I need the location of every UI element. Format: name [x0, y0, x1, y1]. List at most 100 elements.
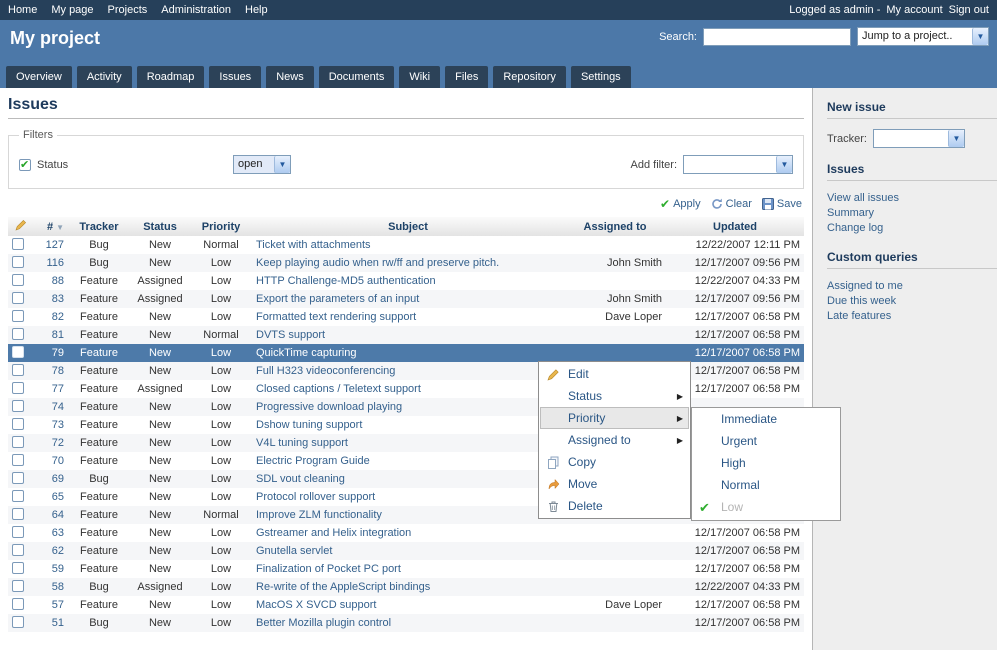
jump-to-project-select[interactable]: Jump to a project.. ▼ — [857, 27, 989, 46]
issue-id-link[interactable]: 72 — [52, 437, 64, 449]
priority-option-high[interactable]: High — [693, 453, 839, 475]
row-checkbox[interactable] — [12, 274, 24, 286]
row-checkbox[interactable] — [12, 256, 24, 268]
issue-subject-link[interactable]: MacOS X SVCD support — [256, 599, 376, 611]
row-checkbox[interactable] — [12, 454, 24, 466]
issue-subject-link[interactable]: Gstreamer and Helix integration — [256, 527, 411, 539]
tab-settings[interactable]: Settings — [571, 66, 631, 88]
issue-row-63[interactable]: 63FeatureNewLowGstreamer and Helix integ… — [8, 524, 804, 542]
priority-option-immediate[interactable]: Immediate — [693, 409, 839, 431]
issue-id-link[interactable]: 70 — [52, 455, 64, 467]
issue-id-link[interactable]: 73 — [52, 419, 64, 431]
topmenu-help[interactable]: Help — [245, 4, 268, 16]
tab-activity[interactable]: Activity — [77, 66, 132, 88]
sidebar-link-change-log[interactable]: Change log — [827, 221, 997, 236]
context-menu-status[interactable]: Status ▶ — [540, 385, 689, 407]
sidebar-link-summary[interactable]: Summary — [827, 206, 997, 221]
column-header-tracker[interactable]: Tracker — [68, 217, 130, 236]
priority-option-low[interactable]: ✔ Low — [693, 497, 839, 519]
status-filter-checkbox[interactable] — [19, 159, 31, 171]
priority-option-normal[interactable]: Normal — [693, 475, 839, 497]
issue-subject-link[interactable]: Improve ZLM functionality — [256, 509, 382, 521]
issue-id-link[interactable]: 58 — [52, 581, 64, 593]
issue-id-link[interactable]: 116 — [46, 257, 64, 269]
issue-subject-link[interactable]: Re-write of the AppleScript bindings — [256, 581, 430, 593]
issue-id-link[interactable]: 62 — [52, 545, 64, 557]
topmenu-administration[interactable]: Administration — [161, 4, 231, 16]
topmenu-home[interactable]: Home — [8, 4, 37, 16]
issue-subject-link[interactable]: Better Mozilla plugin control — [256, 617, 391, 629]
sign-out-link[interactable]: Sign out — [949, 4, 989, 16]
issue-id-link[interactable]: 88 — [52, 275, 64, 287]
issue-row-88[interactable]: 88FeatureAssignedLowHTTP Challenge-MD5 a… — [8, 272, 804, 290]
row-checkbox[interactable] — [12, 508, 24, 520]
topmenu-projects[interactable]: Projects — [108, 4, 148, 16]
context-menu-priority[interactable]: Priority ▶ — [540, 407, 689, 429]
context-menu-copy[interactable]: Copy — [540, 451, 689, 473]
row-checkbox[interactable] — [12, 382, 24, 394]
row-checkbox[interactable] — [12, 436, 24, 448]
my-account-link[interactable]: My account — [886, 4, 942, 16]
issue-row-116[interactable]: 116BugNewLowKeep playing audio when rw/f… — [8, 254, 804, 272]
issue-id-link[interactable]: 59 — [52, 563, 64, 575]
issue-id-link[interactable]: 57 — [52, 599, 64, 611]
row-checkbox[interactable] — [12, 310, 24, 322]
issue-id-link[interactable]: 79 — [52, 347, 64, 359]
tab-documents[interactable]: Documents — [319, 66, 395, 88]
issue-subject-link[interactable]: SDL vout cleaning — [256, 473, 345, 485]
issue-subject-link[interactable]: Electric Program Guide — [256, 455, 370, 467]
row-checkbox[interactable] — [12, 598, 24, 610]
issue-row-81[interactable]: 81FeatureNewNormalDVTS support12/17/2007… — [8, 326, 804, 344]
row-checkbox[interactable] — [12, 616, 24, 628]
issue-subject-link[interactable]: Ticket with attachments — [256, 239, 371, 251]
row-checkbox[interactable] — [12, 472, 24, 484]
tab-news[interactable]: News — [266, 66, 314, 88]
clear-button[interactable]: Clear — [711, 198, 752, 210]
row-checkbox[interactable] — [12, 364, 24, 376]
issue-subject-link[interactable]: Finalization of Pocket PC port — [256, 563, 401, 575]
sidebar-link-assigned-to-me[interactable]: Assigned to me — [827, 279, 997, 294]
issue-subject-link[interactable]: Keep playing audio when rw/ff and preser… — [256, 257, 499, 269]
issue-subject-link[interactable]: Formatted text rendering support — [256, 311, 416, 323]
issue-subject-link[interactable]: QuickTime capturing — [256, 347, 356, 359]
topmenu-my-page[interactable]: My page — [51, 4, 93, 16]
search-input[interactable] — [703, 28, 851, 46]
issue-row-57[interactable]: 57FeatureNewLowMacOS X SVCD supportDave … — [8, 596, 804, 614]
tab-roadmap[interactable]: Roadmap — [137, 66, 205, 88]
issue-row-51[interactable]: 51BugNewLowBetter Mozilla plugin control… — [8, 614, 804, 632]
context-menu-edit[interactable]: Edit — [540, 363, 689, 385]
issue-row-127[interactable]: 127BugNewNormalTicket with attachments12… — [8, 236, 804, 254]
tracker-select[interactable]: ▼ — [873, 129, 965, 148]
column-header-updated[interactable]: Updated — [666, 217, 804, 236]
issue-id-link[interactable]: 78 — [52, 365, 64, 377]
issue-row-83[interactable]: 83FeatureAssignedLowExport the parameter… — [8, 290, 804, 308]
issue-row-62[interactable]: 62FeatureNewLowGnutella servlet12/17/200… — [8, 542, 804, 560]
issue-subject-link[interactable]: Dshow tuning support — [256, 419, 362, 431]
issue-subject-link[interactable]: Gnutella servlet — [256, 545, 332, 557]
row-checkbox[interactable] — [12, 400, 24, 412]
issue-id-link[interactable]: 69 — [52, 473, 64, 485]
issue-subject-link[interactable]: Full H323 videoconferencing — [256, 365, 395, 377]
issue-id-link[interactable]: 77 — [52, 383, 64, 395]
issue-row-79[interactable]: 79FeatureNewLowQuickTime capturing12/17/… — [8, 344, 804, 362]
save-button[interactable]: Save — [762, 198, 802, 210]
column-header-priority[interactable]: Priority — [190, 217, 252, 236]
row-checkbox[interactable] — [12, 238, 24, 250]
issue-id-link[interactable]: 63 — [52, 527, 64, 539]
apply-button[interactable]: ✔ Apply — [660, 197, 701, 211]
tab-repository[interactable]: Repository — [493, 66, 566, 88]
row-checkbox[interactable] — [12, 328, 24, 340]
status-filter-select[interactable]: open ▼ — [233, 155, 291, 174]
issue-subject-link[interactable]: HTTP Challenge-MD5 authentication — [256, 275, 436, 287]
column-header-subject[interactable]: Subject — [252, 217, 564, 236]
issue-row-58[interactable]: 58BugAssignedLowRe-write of the AppleScr… — [8, 578, 804, 596]
row-checkbox[interactable] — [12, 292, 24, 304]
column-header-id[interactable]: #▼ — [34, 217, 68, 236]
column-header-assigned[interactable]: Assigned to — [564, 217, 666, 236]
issue-row-82[interactable]: 82FeatureNewLowFormatted text rendering … — [8, 308, 804, 326]
row-checkbox[interactable] — [12, 346, 24, 358]
add-filter-select[interactable]: ▼ — [683, 155, 793, 174]
issue-row-59[interactable]: 59FeatureNewLowFinalization of Pocket PC… — [8, 560, 804, 578]
tab-issues[interactable]: Issues — [209, 66, 261, 88]
tab-files[interactable]: Files — [445, 66, 488, 88]
